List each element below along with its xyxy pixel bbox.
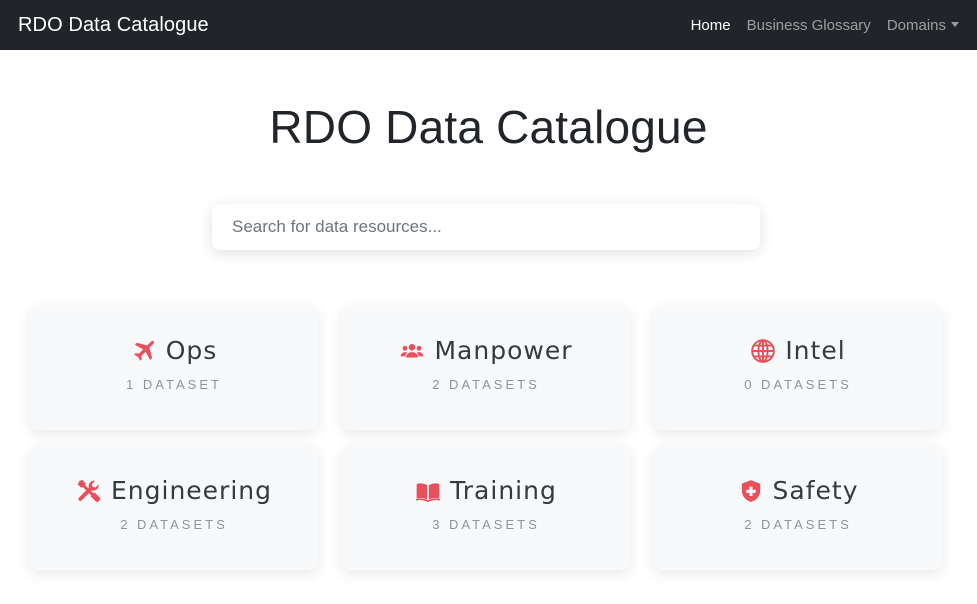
domain-card-count: 0 DATASETS bbox=[744, 377, 852, 392]
domain-card-intel[interactable]: Intel 0 DATASETS bbox=[654, 306, 942, 430]
domain-card-header: Ops bbox=[131, 336, 218, 365]
page-title: RDO Data Catalogue bbox=[269, 101, 708, 153]
domain-card-ops[interactable]: Ops 1 DATASET bbox=[30, 306, 318, 430]
domain-card-safety[interactable]: Safety 2 DATASETS bbox=[654, 446, 942, 570]
plane-icon bbox=[133, 340, 154, 361]
shield-icon bbox=[741, 479, 760, 502]
domain-card-engineering[interactable]: Engineering 2 DATASETS bbox=[30, 446, 318, 570]
domain-card-title: Intel bbox=[785, 336, 846, 365]
domain-card-header: Training bbox=[415, 476, 557, 505]
domain-card-count: 1 DATASET bbox=[126, 377, 222, 392]
domain-card-title: Manpower bbox=[434, 336, 573, 365]
domain-card-title: Training bbox=[450, 476, 557, 505]
globe-icon bbox=[751, 338, 776, 363]
nav-link-business-glossary[interactable]: Business Glossary bbox=[747, 17, 871, 34]
domain-card-training[interactable]: Training 3 DATASETS bbox=[342, 446, 630, 570]
nav-dropdown-domains-label: Domains bbox=[886, 16, 946, 34]
navbar-links: Home Business Glossary Domains bbox=[691, 17, 959, 34]
tools-icon bbox=[77, 479, 101, 502]
search-box bbox=[212, 204, 760, 250]
domain-card-title: Engineering bbox=[111, 476, 272, 505]
users-icon bbox=[401, 343, 424, 357]
nav-link-home[interactable]: Home bbox=[691, 17, 731, 34]
domain-card-count: 2 DATASETS bbox=[744, 517, 852, 532]
domain-card-title: Safety bbox=[772, 476, 859, 505]
book-icon bbox=[416, 482, 441, 502]
domain-card-header: Manpower bbox=[399, 336, 572, 365]
domain-card-title: Ops bbox=[165, 336, 218, 365]
domain-card-header: Safety bbox=[738, 476, 859, 505]
domain-card-count: 3 DATASETS bbox=[432, 517, 540, 532]
navbar: RDO Data Catalogue Home Business Glossar… bbox=[0, 0, 977, 50]
caret-down-icon bbox=[951, 21, 959, 27]
domain-card-header: Engineering bbox=[76, 476, 272, 505]
nav-dropdown-domains[interactable]: Domains bbox=[887, 17, 959, 34]
navbar-brand[interactable]: RDO Data Catalogue bbox=[18, 14, 209, 37]
domain-card-count: 2 DATASETS bbox=[432, 377, 540, 392]
domain-card-header: Intel bbox=[750, 336, 845, 365]
search-input[interactable] bbox=[212, 204, 760, 250]
domain-card-count: 2 DATASETS bbox=[120, 517, 228, 532]
domain-card-manpower[interactable]: Manpower 2 DATASETS bbox=[342, 306, 630, 430]
